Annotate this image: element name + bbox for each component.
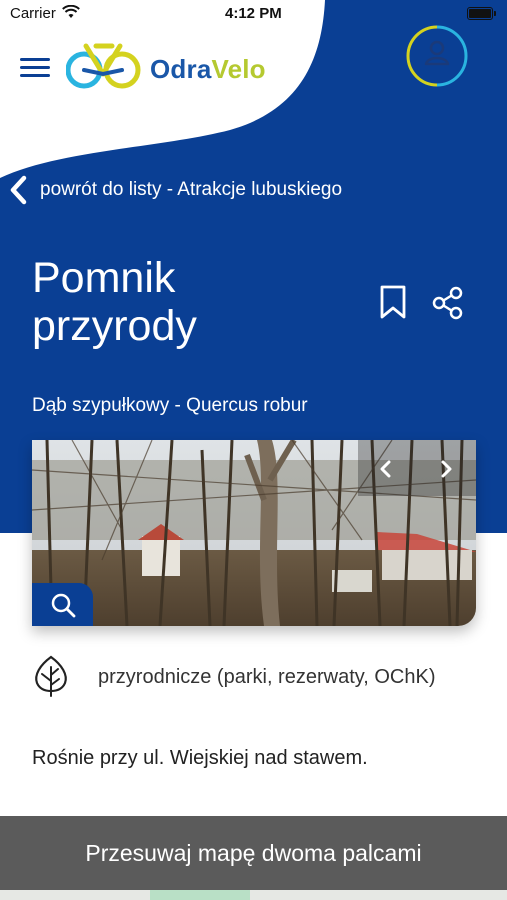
chevron-right-icon[interactable] xyxy=(432,455,460,483)
title-line-2: przyrody xyxy=(32,302,197,350)
subtitle: Dąb szypułkowy - Quercus robur xyxy=(32,395,308,416)
logo-text: OdraVelo xyxy=(150,54,266,85)
map-hint-text: Przesuwaj mapę dwoma palcami xyxy=(85,839,422,866)
share-icon[interactable] xyxy=(432,286,464,320)
carrier-label: Carrier xyxy=(10,5,56,22)
clock: 4:12 PM xyxy=(225,5,282,22)
bookmark-icon[interactable] xyxy=(379,285,407,319)
logo-text-odra: Odra xyxy=(150,54,212,84)
category-label: przyrodnicze (parki, rezerwaty, OChK) xyxy=(98,666,436,688)
hamburger-icon xyxy=(20,58,50,61)
back-link-label: powrót do listy - Atrakcje lubuskiego xyxy=(40,179,343,200)
hamburger-line xyxy=(20,74,50,77)
map-view[interactable] xyxy=(0,890,507,900)
user-icon[interactable] xyxy=(405,24,469,88)
chevron-left-icon[interactable] xyxy=(372,455,400,483)
hamburger-line xyxy=(20,66,50,69)
battery-icon xyxy=(467,7,496,20)
leaf-icon xyxy=(35,655,67,697)
odravelo-logo[interactable]: OdraVelo xyxy=(66,40,276,92)
map-green-area xyxy=(150,890,250,900)
map-gesture-hint[interactable]: Przesuwaj mapę dwoma palcami xyxy=(0,816,507,890)
description-text: Rośnie przy ul. Wiejskiej nad stawem. xyxy=(32,747,368,769)
back-to-list-link[interactable]: powrót do listy - Atrakcje lubuskiego xyxy=(8,174,342,206)
category-row xyxy=(32,655,70,697)
bike-logo-icon xyxy=(66,43,141,89)
chevron-left-icon xyxy=(10,175,27,205)
page-title: Pomnik przyrody xyxy=(32,254,332,350)
photo-zoom-button[interactable] xyxy=(32,583,93,626)
search-icon xyxy=(51,593,75,617)
gallery-navigation xyxy=(358,440,476,496)
menu-button[interactable] xyxy=(20,58,50,80)
title-line-1: Pomnik xyxy=(32,254,176,302)
logo-text-velo: Velo xyxy=(211,54,266,84)
wifi-icon xyxy=(62,5,80,18)
